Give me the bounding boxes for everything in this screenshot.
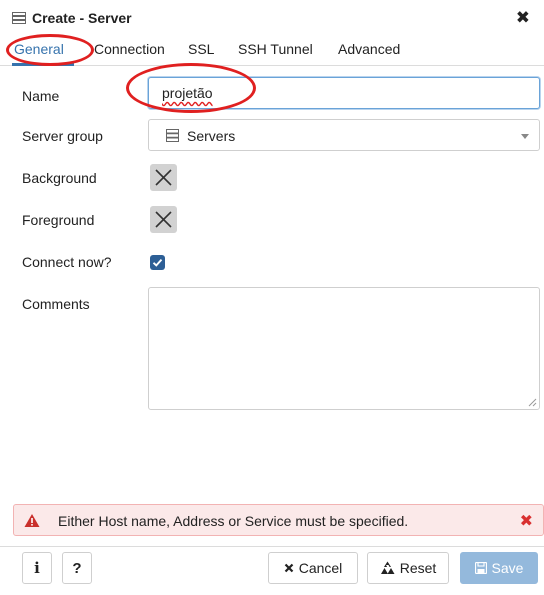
help-button[interactable]: ? (62, 552, 92, 584)
background-label: Background (22, 170, 97, 186)
server-group-icon (166, 129, 179, 142)
server-group-value: Servers (187, 128, 236, 144)
dialog-titlebar: Create - Server ✖ (0, 0, 544, 36)
name-label: Name (22, 88, 60, 104)
connect-now-checkbox[interactable] (150, 255, 165, 270)
save-button[interactable]: Save (460, 552, 538, 584)
recycle-icon (380, 561, 395, 575)
alert-message: Either Host name, Address or Service mus… (58, 513, 409, 529)
tab-ssh-tunnel[interactable]: SSH Tunnel (238, 41, 313, 57)
reset-button-label: Reset (399, 560, 437, 576)
info-icon: i (34, 559, 40, 577)
footer-divider (0, 546, 544, 547)
comments-textarea[interactable] (148, 287, 540, 410)
color-picker-empty-icon (155, 169, 172, 186)
active-tab-indicator (12, 63, 74, 66)
resize-grip-icon[interactable] (528, 398, 537, 407)
help-icon: ? (72, 559, 82, 577)
server-icon (12, 12, 26, 24)
background-color-picker[interactable] (150, 164, 177, 191)
cancel-button[interactable]: Cancel (268, 552, 358, 584)
check-icon (152, 258, 163, 267)
cancel-button-label: Cancel (298, 560, 343, 576)
close-icon[interactable]: ✖ (520, 511, 533, 531)
close-icon[interactable]: ✖ (516, 8, 530, 28)
tab-ssl[interactable]: SSL (188, 41, 214, 57)
foreground-label: Foreground (22, 212, 95, 228)
save-button-label: Save (491, 560, 524, 576)
error-alert: Either Host name, Address or Service mus… (13, 504, 544, 536)
server-group-select[interactable]: Servers (148, 119, 540, 151)
tab-bar: General Connection SSL SSH Tunnel Advanc… (0, 36, 544, 66)
tab-connection[interactable]: Connection (94, 41, 165, 57)
server-group-label: Server group (22, 128, 103, 144)
color-picker-empty-icon (155, 211, 172, 228)
close-icon (284, 563, 294, 573)
chevron-down-icon (521, 134, 529, 139)
foreground-color-picker[interactable] (150, 206, 177, 233)
comments-label: Comments (22, 296, 90, 312)
dialog-title: Create - Server (32, 10, 132, 26)
warning-icon (24, 514, 40, 527)
connect-now-label: Connect now? (22, 254, 112, 270)
tab-general[interactable]: General (14, 41, 64, 57)
info-button[interactable]: i (22, 552, 52, 584)
floppy-disk-icon (474, 562, 487, 574)
tab-advanced[interactable]: Advanced (338, 41, 400, 57)
reset-button[interactable]: Reset (367, 552, 449, 584)
name-input-value: projetão (162, 85, 213, 101)
